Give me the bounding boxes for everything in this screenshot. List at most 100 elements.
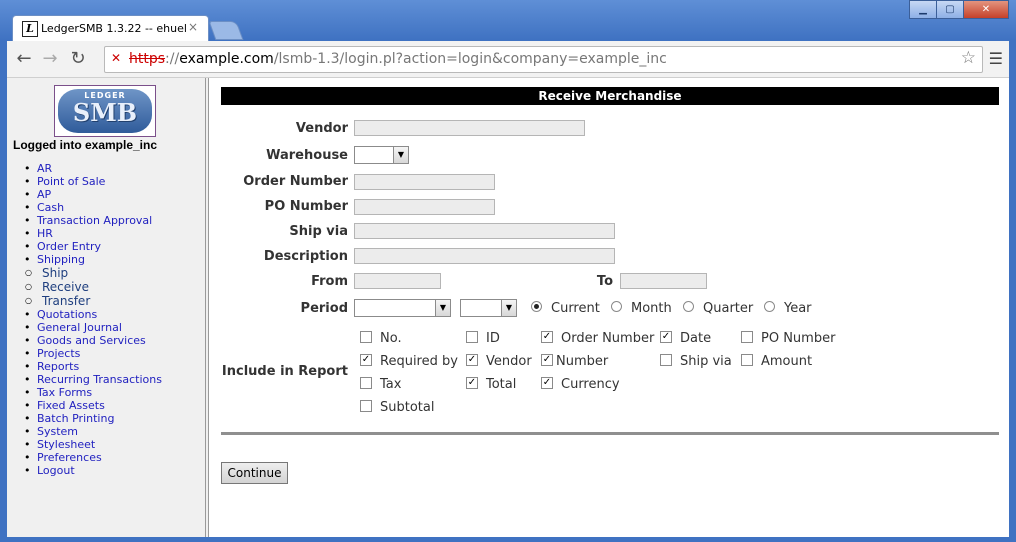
include-po-number-checkbox[interactable] [741, 331, 753, 343]
close-window-button[interactable]: ✕ [963, 0, 1009, 19]
menu-link[interactable]: Point of Sale [37, 175, 105, 188]
menu-link[interactable]: Projects [37, 347, 80, 360]
menu-link[interactable]: HR [37, 227, 53, 240]
include-ship-via-checkbox[interactable] [660, 354, 672, 366]
include-no-label: No. [380, 331, 402, 346]
menu-item-batch-printing[interactable]: Batch Printing [24, 412, 162, 425]
address-bar[interactable]: ✕ https://example.com/lsmb-1.3/login.pl?… [104, 46, 983, 73]
menu-link[interactable]: Transaction Approval [37, 214, 152, 227]
submenu-link[interactable]: Ship [42, 266, 68, 280]
menu-item-preferences[interactable]: Preferences [24, 451, 162, 464]
menu-item-ar[interactable]: AR [24, 162, 162, 175]
period-month-select[interactable]: ▼ [354, 299, 451, 317]
menu-link[interactable]: Cash [37, 201, 64, 214]
include-date-checkbox[interactable]: ✓ [660, 331, 672, 343]
submenu-link[interactable]: Transfer [42, 294, 90, 308]
menu-link[interactable]: Logout [37, 464, 75, 477]
period-current-label: Current [551, 301, 600, 316]
menu-item-shipping[interactable]: Shipping [24, 253, 162, 266]
menu-link[interactable]: Batch Printing [37, 412, 114, 425]
main-menu: AR Point of Sale AP Cash Transaction App… [24, 162, 162, 477]
menu-item-ap[interactable]: AP [24, 188, 162, 201]
vendor-input[interactable] [354, 120, 585, 136]
period-year-radio[interactable] [764, 301, 775, 312]
back-arrow-icon[interactable]: ← [13, 48, 35, 69]
order-number-input[interactable] [354, 174, 495, 190]
minimize-button[interactable]: ▁ [909, 0, 937, 19]
ledgersmb-logo: LEDGER SMB [54, 85, 156, 137]
period-quarter-radio[interactable] [683, 301, 694, 312]
to-label: To [596, 274, 613, 289]
to-date-input[interactable] [620, 273, 707, 289]
menu-item-quotations[interactable]: Quotations [24, 308, 162, 321]
include-required-by-checkbox[interactable]: ✓ [360, 354, 372, 366]
include-id-checkbox[interactable] [466, 331, 478, 343]
browser-tab[interactable]: L LedgerSMB 1.3.22 -- ehuelsm × [12, 15, 209, 42]
warehouse-select[interactable]: ▼ [354, 146, 409, 164]
menu-item-tax-forms[interactable]: Tax Forms [24, 386, 162, 399]
include-currency-checkbox[interactable]: ✓ [541, 377, 553, 389]
new-tab-button[interactable] [208, 21, 244, 40]
menu-link[interactable]: System [37, 425, 78, 438]
menu-item-transaction-approval[interactable]: Transaction Approval [24, 214, 162, 227]
menu-item-projects[interactable]: Projects [24, 347, 162, 360]
include-vendor-checkbox[interactable]: ✓ [466, 354, 478, 366]
include-subtotal-checkbox[interactable] [360, 400, 372, 412]
url-text: https://example.com/lsmb-1.3/login.pl?ac… [129, 51, 667, 67]
menu-link[interactable]: Quotations [37, 308, 97, 321]
ship-via-input[interactable] [354, 223, 615, 239]
continue-button[interactable]: Continue [221, 462, 288, 484]
menu-item-fixed-assets[interactable]: Fixed Assets [24, 399, 162, 412]
browser-window: L LedgerSMB 1.3.22 -- ehuelsm × ▁ ▢ ✕ ← … [0, 0, 1016, 542]
browser-menu-icon[interactable]: ☰ [989, 49, 1003, 68]
forward-arrow-icon[interactable]: → [39, 48, 61, 69]
menu-link[interactable]: Fixed Assets [37, 399, 105, 412]
bookmark-star-icon[interactable]: ☆ [961, 48, 976, 68]
submenu-link[interactable]: Receive [42, 280, 89, 294]
menu-item-order-entry[interactable]: Order Entry [24, 240, 162, 253]
menu-link[interactable]: AP [37, 188, 51, 201]
period-month-radio[interactable] [611, 301, 622, 312]
include-total-checkbox[interactable]: ✓ [466, 377, 478, 389]
menu-item-reports[interactable]: Reports [24, 360, 162, 373]
menu-link[interactable]: Recurring Transactions [37, 373, 162, 386]
include-order-number-label: Order Number [561, 331, 655, 346]
menu-item-logout[interactable]: Logout [24, 464, 162, 477]
include-no-checkbox[interactable] [360, 331, 372, 343]
menu-link[interactable]: Order Entry [37, 240, 101, 253]
menu-link[interactable]: General Journal [37, 321, 122, 334]
menu-item-recurring-transactions[interactable]: Recurring Transactions [24, 373, 162, 386]
tab-close-icon[interactable]: × [188, 20, 198, 34]
period-year-select[interactable]: ▼ [460, 299, 517, 317]
menu-item-stylesheet[interactable]: Stylesheet [24, 438, 162, 451]
menu-link[interactable]: Stylesheet [37, 438, 95, 451]
menu-item-point-of-sale[interactable]: Point of Sale [24, 175, 162, 188]
submenu-item-receive[interactable]: Receive [25, 280, 162, 294]
po-number-input[interactable] [354, 199, 495, 215]
insecure-lock-icon[interactable]: ✕ [111, 51, 121, 65]
menu-link[interactable]: Preferences [37, 451, 102, 464]
menu-item-general-journal[interactable]: General Journal [24, 321, 162, 334]
reload-icon[interactable]: ↻ [67, 48, 89, 69]
menu-link[interactable]: AR [37, 162, 52, 175]
menu-link[interactable]: Reports [37, 360, 79, 373]
include-tax-checkbox[interactable] [360, 377, 372, 389]
menu-item-hr[interactable]: HR [24, 227, 162, 240]
maximize-button[interactable]: ▢ [936, 0, 964, 19]
menu-link[interactable]: Shipping [37, 253, 85, 266]
menu-item-goods-and-services[interactable]: Goods and Services [24, 334, 162, 347]
menu-item-system[interactable]: System [24, 425, 162, 438]
submenu-item-ship[interactable]: Ship [25, 266, 162, 280]
menu-link[interactable]: Goods and Services [37, 334, 146, 347]
chevron-down-icon: ▼ [435, 300, 450, 316]
include-amount-checkbox[interactable] [741, 354, 753, 366]
menu-item-cash[interactable]: Cash [24, 201, 162, 214]
include-number-checkbox[interactable]: ✓ [541, 354, 553, 366]
period-current-radio[interactable] [531, 301, 542, 312]
include-order-number-checkbox[interactable]: ✓ [541, 331, 553, 343]
submenu-item-transfer[interactable]: Transfer [25, 294, 162, 308]
include-currency-label: Currency [561, 377, 620, 392]
menu-link[interactable]: Tax Forms [37, 386, 92, 399]
description-input[interactable] [354, 248, 615, 264]
from-date-input[interactable] [354, 273, 441, 289]
